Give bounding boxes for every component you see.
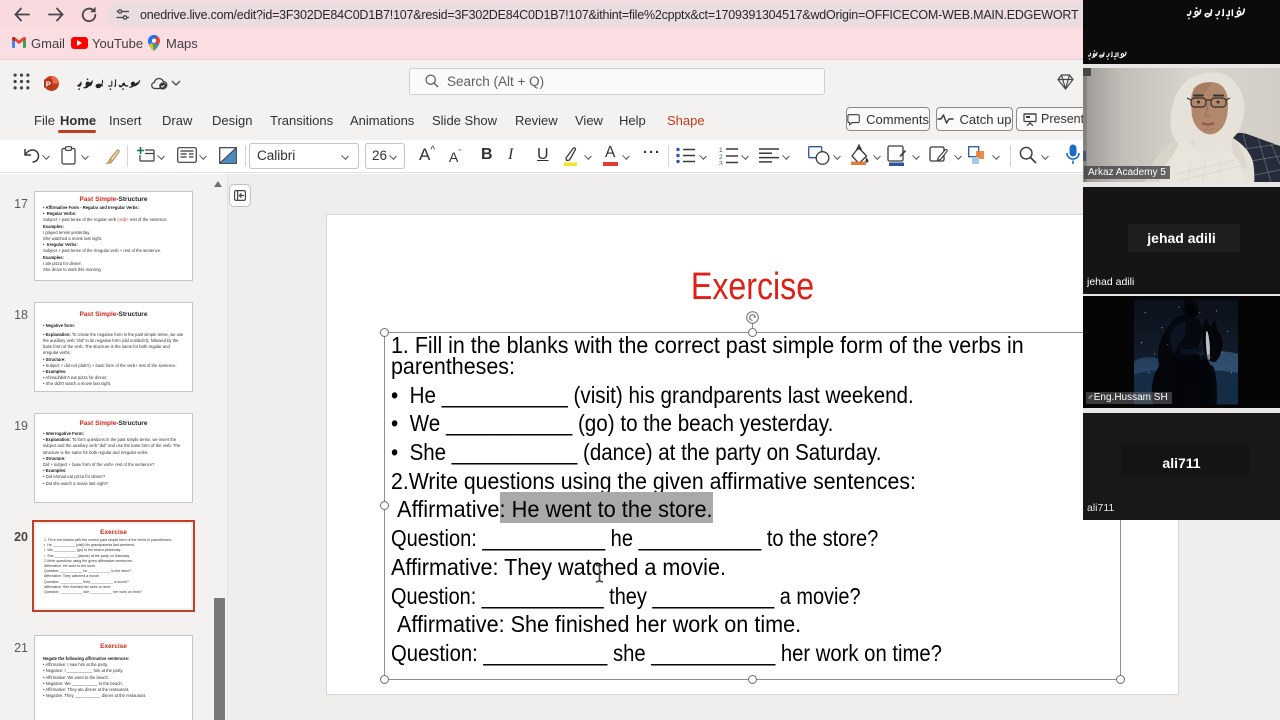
svg-text:1: 1 [719, 147, 723, 154]
svg-text:3: 3 [719, 161, 723, 166]
svg-text:P: P [46, 79, 51, 88]
